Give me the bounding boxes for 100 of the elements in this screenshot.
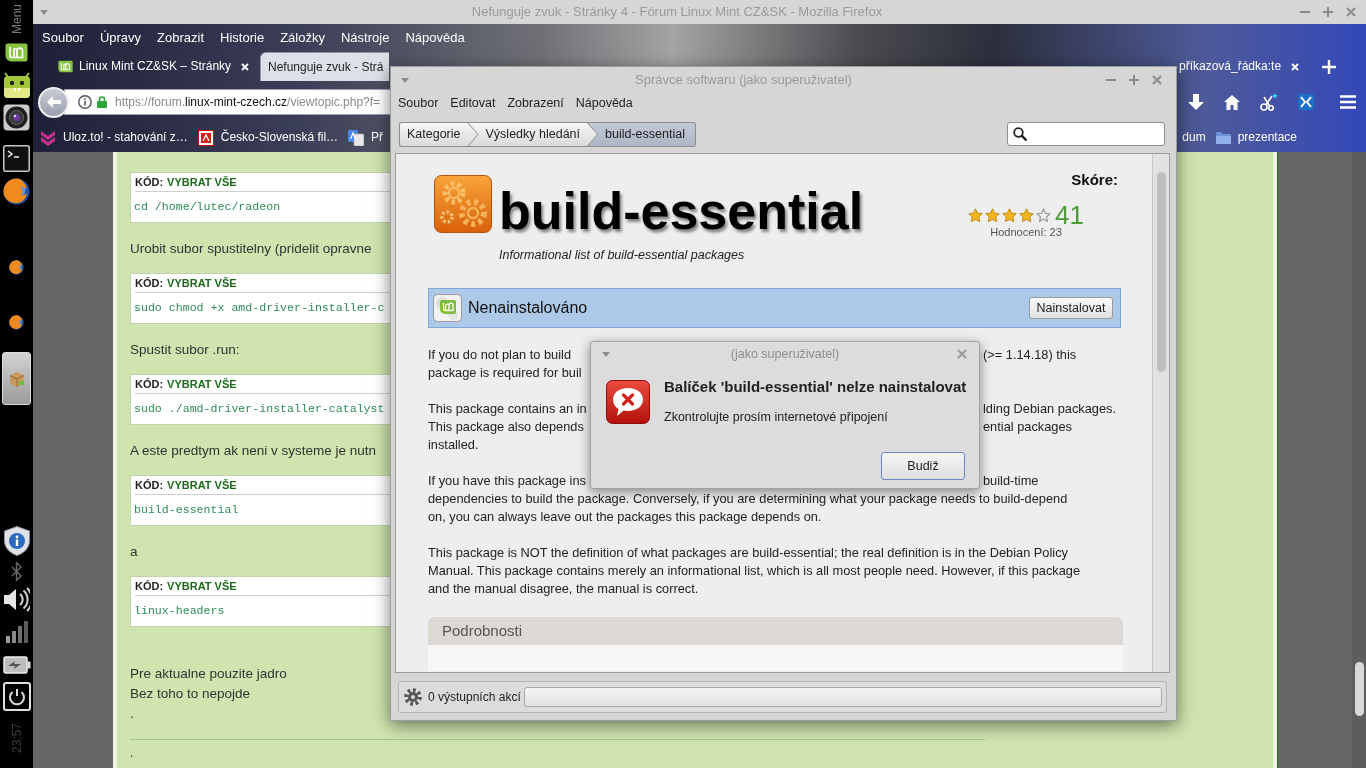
camera-lens-icon[interactable] (3, 104, 30, 132)
clock: 23:57 (9, 722, 24, 753)
select-all-link[interactable]: VYBRAT VŠE (167, 579, 237, 593)
launcher-button[interactable] (2, 352, 31, 406)
code-text: sudo ./amd-driver-installer-catalyst (134, 402, 385, 416)
description-text: This package is NOT the definition of what packages are build-essential; the real definition is in the Debian Policy (428, 544, 1068, 562)
globe-icon[interactable] (9, 315, 24, 331)
dialog-title: (jako superuživatel) (730, 346, 840, 362)
select-all-link[interactable]: VYBRAT VŠE (167, 175, 237, 189)
description-text: ential packages (983, 418, 1072, 436)
status-text: Nenainstalováno (468, 298, 588, 318)
menu-item[interactable]: Úpravy (99, 29, 142, 46)
star-icon (1002, 207, 1018, 223)
double-chevron-icon (40, 129, 56, 146)
menu-item[interactable]: Historie (220, 29, 265, 46)
package-summary: Informational list of build-essential packages (499, 247, 745, 264)
menu-item[interactable]: Záložky (280, 29, 325, 46)
post-text: A este predtym ak neni v systeme je nutn (130, 442, 377, 460)
code-text: linux-headers (134, 604, 225, 618)
translate-icon (348, 129, 365, 146)
menu-item[interactable]: Nápověda (575, 95, 633, 111)
address-field[interactable]: https://forum.linux-mint-czech.cz/viewtopic.php?f= (64, 89, 390, 115)
app-logo-icon[interactable] (5, 43, 28, 63)
bluetooth-icon[interactable] (10, 561, 23, 581)
robot-face-icon[interactable] (2, 72, 31, 100)
description-text: dependencies to build the package. Conversely, if you are determining what your package needs to build-depend (428, 490, 1068, 508)
score-label: Skóre: (1071, 170, 1118, 190)
download-icon[interactable] (1188, 94, 1204, 110)
post-text: Urobit subor spustitelny (pridelit opravne (130, 240, 372, 258)
install-button[interactable]: Nainstalovat (1029, 297, 1113, 319)
search-icon (1013, 127, 1027, 141)
tab[interactable]: Nefunguje zvuk - Strá (260, 52, 389, 81)
info-icon[interactable] (78, 95, 92, 109)
star-icon (1036, 207, 1052, 223)
package-box-icon (8, 370, 25, 387)
signature-text: . (130, 745, 134, 762)
x-square-icon[interactable] (1298, 94, 1314, 110)
code-text: cd /home/lutec/radeon (134, 200, 281, 214)
plus-icon[interactable] (1322, 59, 1336, 74)
details-heading: Podrobnosti (428, 617, 1123, 645)
actions-status: 0 výstupních akcí (428, 689, 521, 705)
menu-label[interactable]: Menu (9, 4, 24, 35)
code-label: KÓD: (135, 175, 164, 189)
bookmark-link[interactable]: Uloz.to! - stahování z… (40, 129, 188, 146)
home-icon[interactable] (1224, 94, 1240, 110)
confirm-button[interactable]: Budiž (881, 452, 965, 480)
back-button[interactable] (38, 86, 69, 118)
menu-item[interactable]: Nápověda (405, 29, 465, 46)
description-text: This package also depends (428, 418, 584, 436)
tab[interactable]: Linux Mint CZ&SK – Stránky (45, 52, 255, 81)
menu-icon[interactable] (1340, 95, 1356, 109)
shield-info-icon[interactable] (3, 525, 30, 556)
select-all-link[interactable]: VYBRAT VŠE (167, 377, 237, 391)
package-name: build-essential (499, 181, 864, 241)
scissors-icon[interactable] (1260, 93, 1278, 111)
speaker-icon[interactable] (3, 586, 30, 612)
search-field[interactable] (1007, 122, 1165, 146)
menu-item[interactable]: Soubor (398, 95, 439, 111)
menu-item[interactable]: Editovat (450, 95, 496, 111)
rating-count: Hodnocení: 23 (990, 226, 1062, 239)
description-text: (>= 1.14.18) this (983, 346, 1077, 364)
terminal-icon[interactable] (3, 145, 30, 173)
globe-icon[interactable] (3, 178, 30, 206)
description-text: and the manual disagree, the manual is correct. (428, 580, 699, 598)
globe-icon[interactable] (9, 260, 24, 276)
folder-icon (1215, 131, 1231, 144)
scrollbar-thumb[interactable] (1354, 662, 1364, 716)
menu-item[interactable]: Soubor (42, 29, 84, 46)
dialog-heading: Balíček 'build-essential' nelze nainstalovat (664, 378, 967, 396)
power-icon[interactable] (2, 681, 31, 711)
description-text: This package contains an in (428, 400, 587, 418)
code-label: KÓD: (135, 276, 164, 290)
bookmark-link[interactable]: Česko-Slovenská fil… (197, 129, 339, 146)
arrow-left-icon (46, 96, 61, 108)
menu-item[interactable]: Zobrazení (507, 95, 564, 111)
breadcrumb-button[interactable]: build-essential (588, 123, 695, 146)
star-icon (985, 207, 1001, 223)
tab[interactable]: příkazová_řádka:te (1178, 52, 1305, 81)
description-text: Manual. This package contains merely an informational list, which is all most people need. However, if this package (428, 562, 1081, 580)
bookmark-link[interactable]: Př (348, 129, 384, 146)
menu-item[interactable]: Zobrazit (157, 29, 205, 46)
code-text: sudo chmod +x amd-driver-installer-c (134, 301, 385, 315)
breadcrumb-button[interactable]: Kategorie (400, 123, 478, 146)
select-all-link[interactable]: VYBRAT VŠE (167, 478, 237, 492)
star-icon (968, 207, 984, 223)
bookmark-link[interactable]: dum (1182, 130, 1206, 145)
post-text: . (130, 705, 134, 723)
description-text: installed. (428, 436, 479, 454)
signal-bars-icon[interactable] (5, 620, 28, 643)
select-all-link[interactable]: VYBRAT VŠE (167, 276, 237, 290)
description-text: package is required for buil (428, 364, 582, 382)
bookmark-link[interactable]: prezentace (1215, 130, 1297, 145)
description-text: build-time (983, 472, 1039, 490)
battery-icon[interactable] (2, 655, 31, 674)
window-title: Nefunguje zvuk - Stránky 4 - Fórum Linux Mint CZ&SK - Mozilla Firefox (471, 4, 883, 20)
menu-item[interactable]: Nástroje (340, 29, 390, 46)
scrollbar-thumb[interactable] (1156, 172, 1166, 372)
dialog-message: Zkontrolujte prosím internetové připojení (664, 409, 888, 425)
post-text: Pre aktualne pouzite jadro (130, 665, 287, 683)
breadcrumb-button[interactable]: Výsledky hledání (468, 123, 598, 146)
